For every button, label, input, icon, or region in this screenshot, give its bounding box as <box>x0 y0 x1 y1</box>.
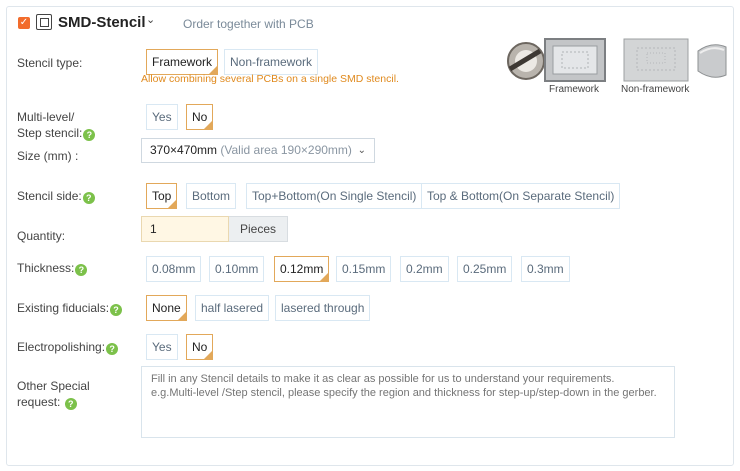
thickness-option-0-08[interactable]: 0.08mm <box>146 256 202 282</box>
non-framework-caption: Non-framework <box>621 84 690 95</box>
electropolishing-no-option[interactable]: No <box>186 334 214 360</box>
checkbox-checked-icon[interactable]: ✓ <box>18 17 30 29</box>
fiducials-none-option[interactable]: None <box>146 295 187 321</box>
thickness-option-0-25[interactable]: 0.25mm <box>457 256 513 282</box>
help-icon[interactable]: ? <box>75 264 88 276</box>
framework-stencil-image <box>544 38 606 82</box>
stencil-type-framework-option[interactable]: Framework <box>146 49 219 75</box>
thickness-option-0-10[interactable]: 0.10mm <box>209 256 265 282</box>
help-icon[interactable]: ? <box>110 304 123 316</box>
quantity-label: Quantity: <box>17 229 66 243</box>
stencil-side-bottom-option[interactable]: Bottom <box>186 183 237 209</box>
stencil-chip-icon <box>36 14 52 30</box>
stencil-side-top-option[interactable]: Top <box>146 183 178 209</box>
multi-level-yes-option[interactable]: Yes <box>146 104 178 130</box>
stencil-side-top-bottom-single-option[interactable]: Top+Bottom(On Single Stencil) <box>246 183 423 209</box>
help-icon[interactable]: ? <box>83 129 96 141</box>
electropolishing-yes-option[interactable]: Yes <box>146 334 178 360</box>
fiducials-lasered-through-option[interactable]: lasered through <box>275 295 371 321</box>
chevron-down-icon: ⌄ <box>357 145 366 156</box>
fiducials-label: Existing fiducials:? <box>17 300 123 316</box>
multi-level-no-option[interactable]: No <box>186 104 214 130</box>
thickness-option-0-12[interactable]: 0.12mm <box>274 256 330 282</box>
section-title: SMD-Stencil <box>58 14 146 31</box>
help-icon[interactable]: ? <box>82 192 95 204</box>
framework-roll-image <box>507 42 545 80</box>
size-select[interactable]: 370×470mm (Valid area 190×290mm) ⌄ <box>141 138 375 163</box>
stencil-type-hint: Allow combining several PCBs on a single… <box>141 73 399 85</box>
chevron-down-icon[interactable]: ⌄ <box>146 13 155 26</box>
electropolishing-label: Electropolishing:? <box>17 339 119 355</box>
non-framework-stencil-image <box>623 38 689 82</box>
help-icon[interactable]: ? <box>106 343 119 355</box>
stencil-side-label: Stencil side:? <box>17 188 95 204</box>
section-subtitle: Order together with PCB <box>183 17 314 31</box>
thickness-label: Thickness:? <box>17 260 88 276</box>
stencil-side-top-bottom-separate-option[interactable]: Top & Bottom(On Separate Stencil) <box>421 183 621 209</box>
size-valid-area: (Valid area 190×290mm) <box>220 143 352 157</box>
fiducials-half-lasered-option[interactable]: half lasered <box>195 295 270 321</box>
size-value: 370×470mm <box>150 143 218 157</box>
help-icon[interactable]: ? <box>64 398 77 410</box>
quantity-input[interactable]: 1 <box>141 216 229 242</box>
multi-level-label: Multi-level/ Step stencil:? <box>17 109 96 141</box>
framework-caption: Framework <box>549 84 600 95</box>
quantity-unit: Pieces <box>229 216 288 242</box>
non-framework-sheet-image <box>697 44 727 78</box>
thickness-option-0-15[interactable]: 0.15mm <box>336 256 392 282</box>
stencil-type-label: Stencil type: <box>17 56 83 70</box>
special-request-textarea[interactable] <box>141 366 675 438</box>
size-label: Size (mm) : <box>17 149 79 163</box>
thickness-option-0-2[interactable]: 0.2mm <box>400 256 449 282</box>
stencil-type-non-framework-option[interactable]: Non-framework <box>224 49 319 75</box>
thickness-option-0-3[interactable]: 0.3mm <box>521 256 570 282</box>
special-request-label: Other Special request: ? <box>17 379 90 410</box>
